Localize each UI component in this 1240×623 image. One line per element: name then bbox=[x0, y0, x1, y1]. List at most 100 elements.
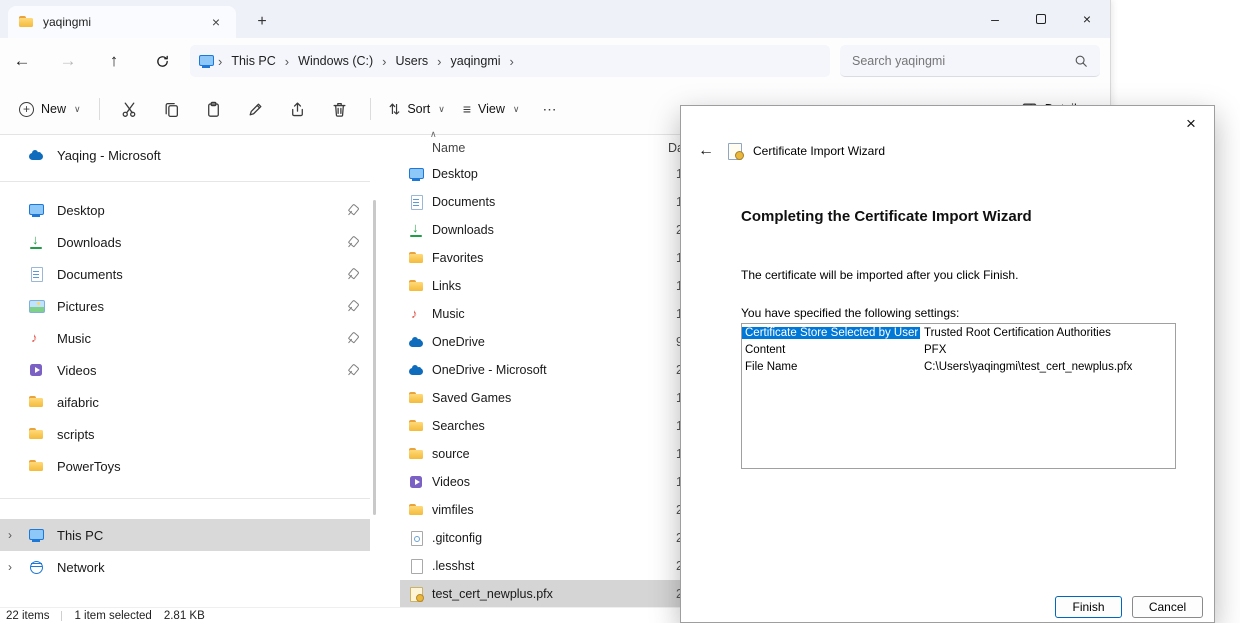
more-options-button[interactable]: ⋯ bbox=[529, 93, 571, 125]
sidebar-scrollbar[interactable] bbox=[373, 200, 376, 515]
sidebar-item-videos[interactable]: Videos bbox=[0, 354, 370, 386]
selection-size: 2.81 KB bbox=[164, 610, 205, 622]
cloud-icon bbox=[408, 362, 424, 378]
navigation-sidebar: Yaqing - Microsoft Desktop Downloads Docume… bbox=[0, 135, 370, 607]
pin-icon bbox=[344, 362, 361, 379]
downloads-icon bbox=[28, 234, 44, 250]
delete-button[interactable] bbox=[319, 93, 361, 125]
chevron-right-icon: › bbox=[433, 54, 445, 69]
cancel-button[interactable]: Cancel bbox=[1132, 596, 1203, 618]
sidebar-item-label: PowerToys bbox=[57, 459, 121, 474]
chevron-right-icon[interactable]: › bbox=[8, 528, 12, 542]
tab-title: yaqingmi bbox=[43, 15, 197, 29]
cut-button[interactable] bbox=[109, 93, 151, 125]
tab-close-icon[interactable]: × bbox=[206, 12, 226, 32]
doc-icon bbox=[408, 194, 424, 210]
sort-button[interactable]: ⇅ Sort ∨ bbox=[380, 94, 454, 125]
file-name: .gitconfig bbox=[432, 531, 668, 545]
file-name: Videos bbox=[432, 475, 668, 489]
plus-icon: + bbox=[19, 102, 34, 117]
rename-icon bbox=[247, 101, 264, 118]
maximize-button[interactable] bbox=[1018, 0, 1064, 38]
folder-icon bbox=[408, 502, 424, 518]
setting-key: Certificate Store Selected by User bbox=[742, 327, 920, 339]
search-input[interactable] bbox=[852, 54, 1074, 68]
videos-icon bbox=[28, 362, 44, 378]
file-name: source bbox=[432, 447, 668, 461]
breadcrumb-yaqingmi[interactable]: yaqingmi bbox=[446, 52, 506, 70]
dialog-close-button[interactable]: × bbox=[1176, 111, 1206, 137]
view-button[interactable]: ≡ View ∨ bbox=[454, 94, 529, 124]
chevron-right-icon[interactable]: › bbox=[8, 560, 12, 574]
sidebar-item-desktop[interactable]: Desktop bbox=[0, 194, 370, 226]
back-button[interactable]: ← bbox=[6, 46, 38, 76]
sidebar-item-documents[interactable]: Documents bbox=[0, 258, 370, 290]
setting-row-content[interactable]: ContentPFX bbox=[742, 341, 1175, 358]
videos-icon bbox=[408, 474, 424, 490]
new-tab-button[interactable]: + bbox=[248, 8, 276, 36]
share-button[interactable] bbox=[277, 93, 319, 125]
up-button[interactable]: ↑ bbox=[98, 46, 130, 76]
copy-icon bbox=[163, 101, 180, 118]
file-name: OneDrive bbox=[432, 335, 668, 349]
music-icon bbox=[408, 306, 424, 322]
explorer-tab[interactable]: yaqingmi × bbox=[8, 6, 236, 38]
close-button[interactable]: × bbox=[1064, 0, 1110, 38]
sidebar-item-pictures[interactable]: Pictures bbox=[0, 290, 370, 322]
new-button[interactable]: + New ∨ bbox=[10, 95, 90, 124]
file-name: Favorites bbox=[432, 251, 668, 265]
cloud-icon bbox=[408, 334, 424, 350]
sidebar-item-label: Downloads bbox=[57, 235, 121, 250]
breadcrumb-this-pc[interactable]: This PC bbox=[226, 52, 280, 70]
chevron-down-icon: ∨ bbox=[74, 104, 81, 115]
tab-bar: yaqingmi × + – × bbox=[0, 0, 1110, 38]
file-name: Music bbox=[432, 307, 668, 321]
dialog-body-text: The certificate will be imported after y… bbox=[741, 268, 1018, 282]
chevron-right-icon: › bbox=[214, 54, 226, 69]
sidebar-item-label: scripts bbox=[57, 427, 95, 442]
dialog-back-button[interactable]: ← bbox=[695, 142, 717, 160]
folder-icon bbox=[28, 394, 44, 410]
column-header-name[interactable]: Name bbox=[432, 141, 668, 155]
file-name: vimfiles bbox=[432, 503, 668, 517]
sidebar-item-powertoys[interactable]: PowerToys bbox=[0, 450, 370, 482]
chevron-down-icon: ∨ bbox=[513, 104, 520, 115]
sidebar-divider bbox=[0, 181, 370, 182]
sidebar-item-label: Network bbox=[57, 560, 105, 575]
setting-row-certificate-store-selected-by-user[interactable]: Certificate Store Selected by UserTruste… bbox=[742, 324, 1175, 341]
file-name: Searches bbox=[432, 419, 668, 433]
finish-button[interactable]: Finish bbox=[1055, 596, 1122, 618]
minimize-button[interactable]: – bbox=[972, 0, 1018, 38]
sidebar-items: Yaqing - Microsoft Desktop Downloads Docume… bbox=[0, 139, 370, 583]
scissors-icon bbox=[121, 101, 138, 118]
file-name: Links bbox=[432, 279, 668, 293]
forward-button[interactable]: → bbox=[52, 46, 84, 76]
sidebar-item-downloads[interactable]: Downloads bbox=[0, 226, 370, 258]
sidebar-item-yaqing-microsoft[interactable]: Yaqing - Microsoft bbox=[0, 139, 370, 171]
trash-icon bbox=[331, 101, 348, 118]
search-box[interactable] bbox=[840, 45, 1100, 77]
rename-button[interactable] bbox=[235, 93, 277, 125]
copy-button[interactable] bbox=[151, 93, 193, 125]
sidebar-item-this-pc[interactable]: ›This PC bbox=[0, 519, 370, 551]
breadcrumb[interactable]: ›This PC›Windows (C:)›Users›yaqingmi› bbox=[190, 45, 830, 77]
sidebar-item-label: Documents bbox=[57, 267, 123, 282]
pin-icon bbox=[344, 330, 361, 347]
sidebar-item-label: Music bbox=[57, 331, 91, 346]
sidebar-item-scripts[interactable]: scripts bbox=[0, 418, 370, 450]
chevron-down-icon: ∨ bbox=[438, 104, 445, 115]
paste-button[interactable] bbox=[193, 93, 235, 125]
refresh-button[interactable] bbox=[146, 46, 178, 76]
item-count: 22 items bbox=[6, 610, 49, 622]
doc-icon bbox=[28, 266, 44, 282]
sidebar-item-network[interactable]: › Network bbox=[0, 551, 370, 583]
setting-row-file-name[interactable]: File NameC:\Users\yaqingmi\test_cert_new… bbox=[742, 358, 1175, 375]
sidebar-item-music[interactable]: Music bbox=[0, 322, 370, 354]
chevron-right-icon: › bbox=[506, 54, 518, 69]
sidebar-item-aifabric[interactable]: aifabric bbox=[0, 386, 370, 418]
maximize-icon bbox=[1036, 14, 1046, 24]
breadcrumb-users[interactable]: Users bbox=[391, 52, 434, 70]
settings-table[interactable]: Certificate Store Selected by UserTruste… bbox=[741, 323, 1176, 469]
breadcrumb-windows-c[interactable]: Windows (C:) bbox=[293, 52, 378, 70]
folder-icon bbox=[28, 426, 44, 442]
